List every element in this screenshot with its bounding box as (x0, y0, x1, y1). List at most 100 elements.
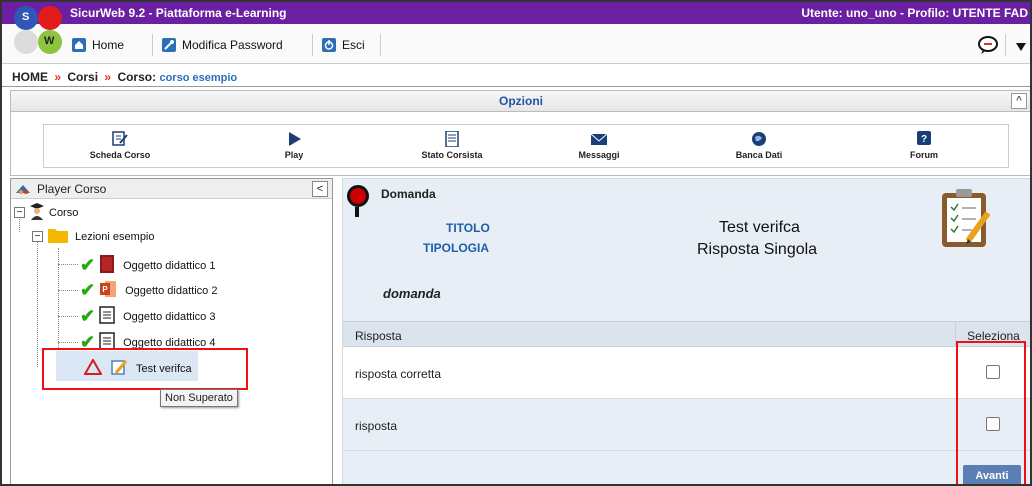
collapse-toggle-icon[interactable]: − (14, 207, 25, 218)
document-icon (443, 130, 461, 148)
menu-bar: Home Modifica Password Esci (2, 24, 1030, 64)
tree-folder-label: Lezioni esempio (75, 230, 155, 243)
breadcrumb-corso-label: Corso: (117, 70, 157, 84)
tool-scheda-corso-label: Scheda Corso (89, 150, 151, 160)
play-icon (285, 131, 303, 147)
edit-icon (111, 131, 129, 147)
menu-home[interactable]: Home (72, 36, 124, 54)
tree-item[interactable]: ✔ P Oggetto didattico 2 (80, 280, 217, 301)
sicurweb-logo: S W (14, 6, 68, 60)
tool-banca-dati[interactable]: Banca Dati (729, 131, 789, 160)
breadcrumb-separator: » (104, 70, 112, 84)
tool-messaggi[interactable]: Messaggi (574, 131, 624, 160)
book-icon (99, 254, 115, 277)
player-icon (15, 182, 31, 199)
wrench-icon (162, 38, 176, 52)
answers-table-header: Risposta Seleziona (343, 321, 1030, 347)
app-window: SicurWeb 9.2 - Piattaforma e-Learning Ut… (0, 0, 1032, 486)
folder-icon (47, 226, 69, 247)
highlight-box (956, 341, 1026, 484)
tree-item-label: Oggetto didattico 2 (125, 284, 218, 297)
answer-text: risposta corretta (355, 367, 442, 381)
logo-grey-circle (14, 30, 38, 54)
menu-change-password-label: Modifica Password (182, 38, 283, 52)
svg-text:?: ? (921, 134, 927, 145)
check-icon: ✔ (80, 280, 96, 300)
menu-separator (152, 34, 153, 56)
options-panel-header[interactable]: Opzioni ^ (10, 90, 1030, 112)
menu-change-password[interactable]: Modifica Password (162, 36, 283, 54)
tree-item-label: Oggetto didattico 1 (123, 259, 216, 272)
collapse-options-button[interactable]: ^ (1011, 93, 1027, 109)
menu-separator (1005, 34, 1006, 56)
question-panel: Domanda TITOLO TIPOLOGIA Test verifca Ri… (342, 178, 1030, 484)
tool-banca-dati-label: Banca Dati (735, 150, 783, 160)
menu-separator (312, 34, 313, 56)
tree-root-label: Corso (49, 206, 79, 219)
options-title: Opzioni (499, 94, 543, 108)
question-text: domanda (383, 286, 441, 301)
envelope-icon (590, 131, 608, 147)
answer-text: risposta (355, 419, 398, 433)
question-header: Domanda TITOLO TIPOLOGIA Test verifca Ri… (343, 179, 1030, 307)
question-header-label: Domanda (381, 187, 436, 201)
collapse-player-button[interactable]: < (312, 181, 328, 197)
document-icon (99, 306, 115, 327)
menu-exit[interactable]: Esci (322, 36, 365, 54)
tree-line (58, 290, 78, 291)
tool-play-label: Play (284, 150, 304, 160)
home-icon (72, 38, 86, 52)
powerpoint-icon: P (99, 280, 117, 301)
tool-forum-label: Forum (910, 150, 938, 160)
tree-item-label: Oggetto didattico 3 (123, 310, 216, 323)
player-panel-header: Player Corso < (11, 179, 332, 199)
check-icon: ✔ (80, 306, 96, 326)
map-pin-tail (355, 207, 359, 217)
tree-node-folder[interactable]: − Lezioni esempio (32, 226, 155, 247)
tool-messaggi-label: Messaggi (578, 150, 620, 160)
tool-scheda-corso[interactable]: Scheda Corso (80, 131, 160, 160)
tree-item[interactable]: ✔ Oggetto didattico 3 (80, 306, 215, 327)
tipologia-key: TIPOLOGIA (423, 241, 489, 255)
tree-node-root[interactable]: − Corso (14, 202, 78, 223)
player-title: Player Corso (37, 182, 107, 196)
chat-icon[interactable] (977, 35, 999, 58)
menu-separator (380, 34, 381, 56)
globe-icon (750, 131, 768, 147)
tree-item-label: Oggetto didattico 4 (123, 336, 216, 349)
logo-letter-s: S (22, 11, 30, 23)
tree-line (58, 342, 78, 343)
title-bar: SicurWeb 9.2 - Piattaforma e-Learning Ut… (2, 2, 1030, 24)
svg-text:P: P (102, 285, 108, 294)
map-pin-icon (347, 185, 369, 207)
options-panel: Scheda Corso Play Stato Corsista Messagg… (10, 112, 1030, 176)
help-icon: ? (915, 131, 933, 147)
titolo-key: TITOLO (446, 221, 490, 235)
highlight-box (42, 348, 248, 390)
tool-play[interactable]: Play (274, 131, 314, 160)
tool-stato-corsista[interactable]: Stato Corsista (412, 130, 492, 160)
breadcrumb-corsi[interactable]: Corsi (67, 70, 98, 84)
tool-forum[interactable]: ? Forum (904, 131, 944, 160)
answer-row[interactable]: risposta corretta (343, 347, 1030, 399)
menu-exit-label: Esci (342, 38, 365, 52)
tool-stato-corsista-label: Stato Corsista (421, 150, 483, 160)
answer-column-header: Risposta (355, 329, 402, 343)
logo-red-circle (38, 6, 62, 30)
logo-letter-w: W (44, 35, 55, 47)
answer-row[interactable]: risposta (343, 399, 1030, 451)
breadcrumb-course-name: corso esempio (159, 72, 238, 84)
breadcrumb-home[interactable]: HOME (12, 70, 48, 84)
tree-line (37, 241, 38, 367)
clipboard-icon (938, 187, 992, 249)
breadcrumb-separator: » (54, 70, 62, 84)
graduate-icon (29, 202, 45, 223)
caret-down-icon[interactable] (1016, 40, 1026, 54)
collapse-toggle-icon[interactable]: − (32, 231, 43, 242)
status-tooltip: Non Superato (160, 389, 238, 407)
options-toolbar: Scheda Corso Play Stato Corsista Messagg… (43, 124, 1009, 168)
user-info: Utente: uno_uno - Profilo: UTENTE FAD (801, 6, 1028, 20)
tree-item[interactable]: ✔ Oggetto didattico 1 (80, 254, 215, 277)
breadcrumb: HOME » Corsi » Corso: corso esempio (2, 65, 1030, 87)
titolo-value: Test verifca (719, 219, 800, 236)
